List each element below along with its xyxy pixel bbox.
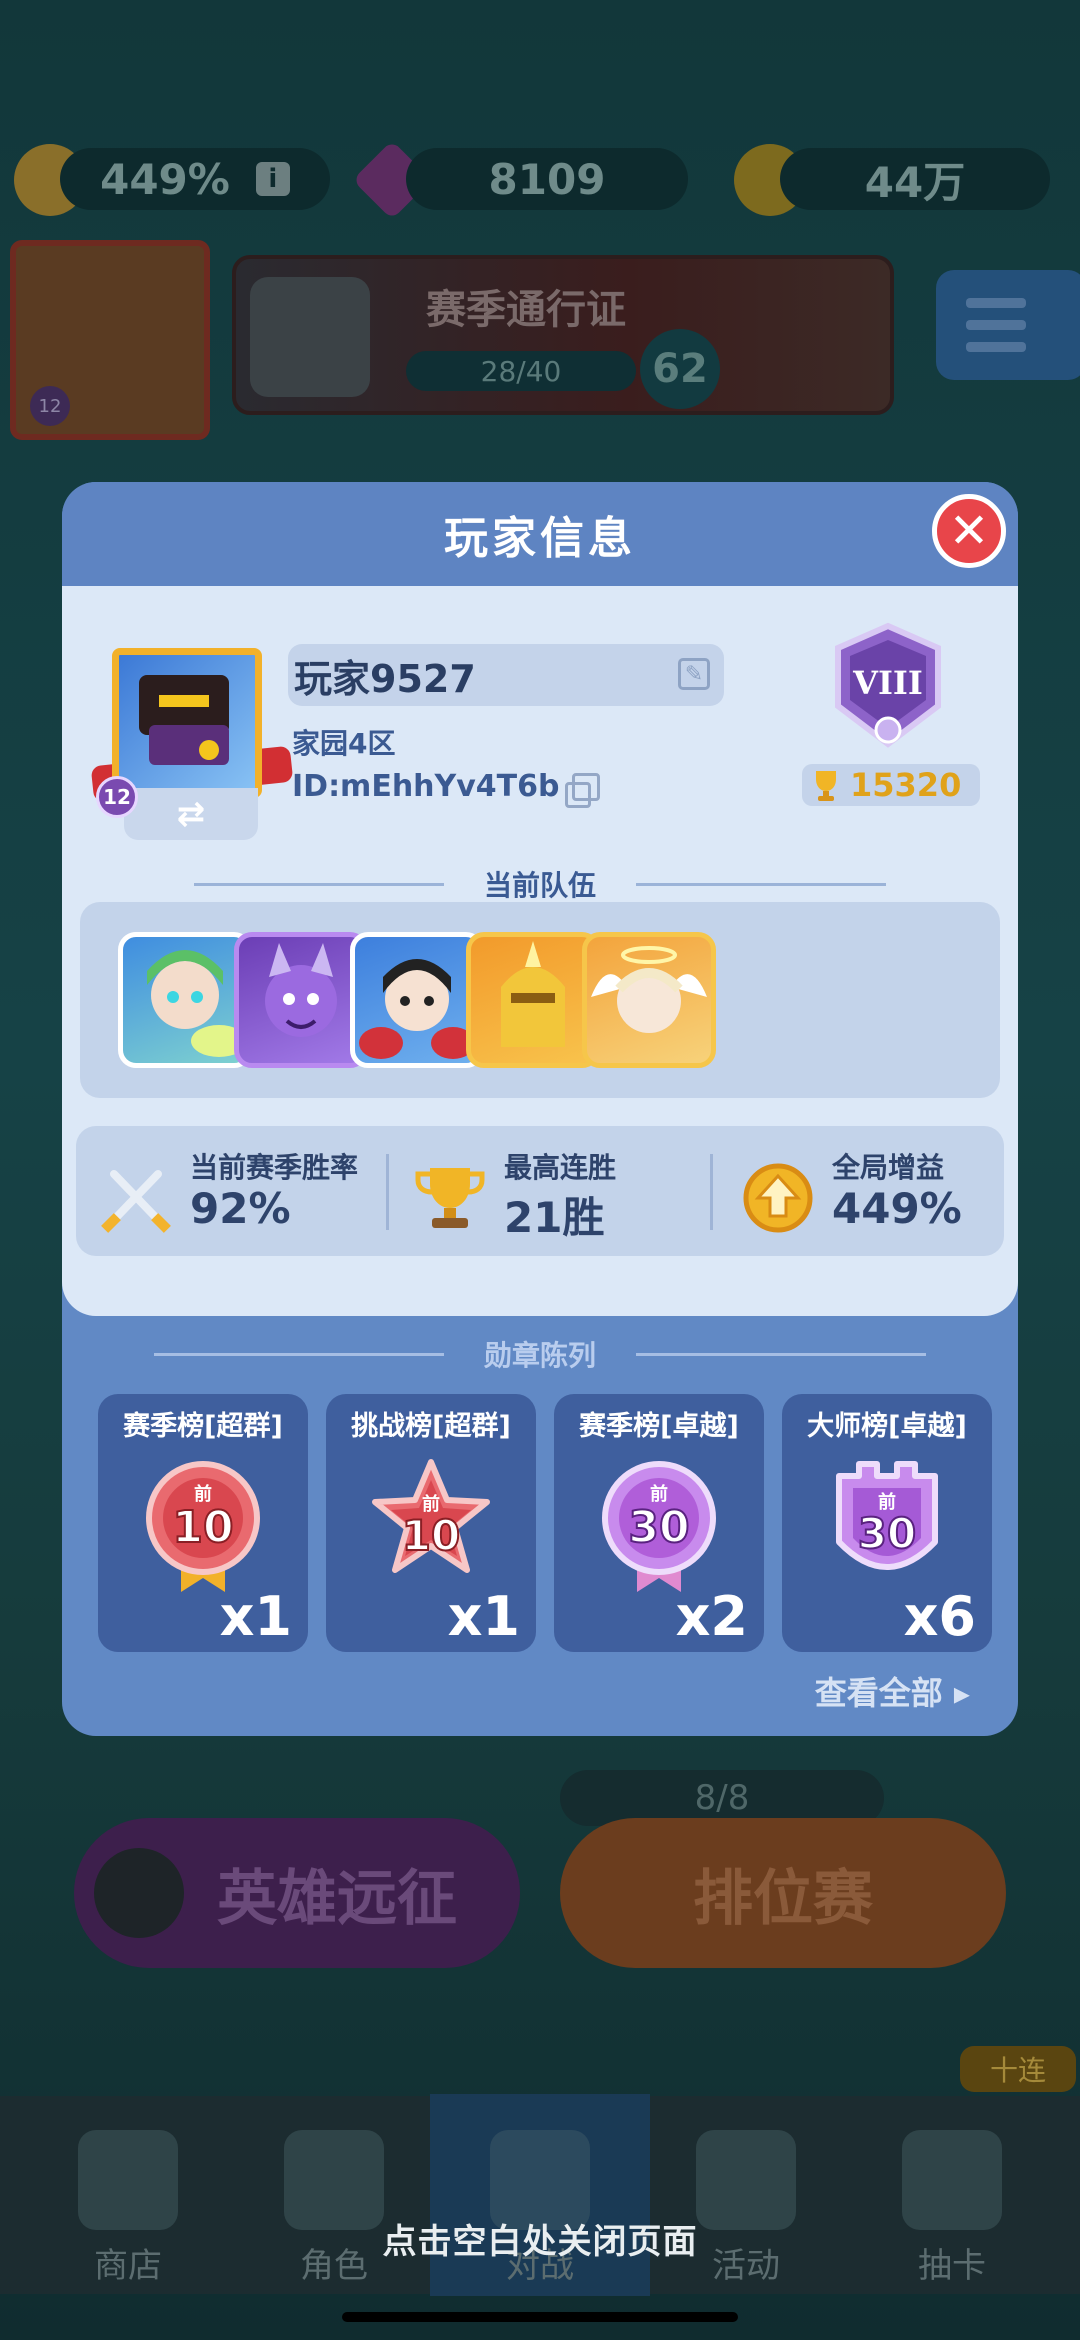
crossed-swords-icon	[101, 1170, 171, 1233]
team-section-title: 当前队伍	[62, 864, 1018, 904]
purple-demon-hero[interactable]	[234, 932, 368, 1068]
stat-best-streak-label: 最高连胜	[504, 1151, 617, 1184]
trophy-count-box: 15320	[802, 764, 980, 806]
top30-shield-medal-icon: 前 30	[836, 1461, 938, 1570]
background-level-badge: 12	[30, 386, 70, 426]
swap-avatar-button[interactable]: ⇄	[124, 788, 258, 840]
modal-header: 玩家信息	[62, 482, 1018, 586]
player-id-row: ID:mEhhYv4T6b	[292, 769, 600, 808]
medal-count: x1	[219, 1585, 292, 1648]
close-hint[interactable]: 点击空白处关闭页面	[0, 2214, 1080, 2263]
boost-arrow-icon	[743, 1163, 813, 1233]
stat-win-rate: 当前赛季胜率 92%	[98, 1138, 368, 1248]
ten-pull-badge: 十连	[960, 2046, 1076, 2092]
stat-divider	[386, 1154, 389, 1230]
top10-circle-medal-icon: 前 10	[146, 1461, 260, 1592]
team-title: 当前队伍	[483, 869, 596, 902]
medal-count: x6	[903, 1585, 976, 1648]
stat-win-rate-label: 当前赛季胜率	[190, 1151, 359, 1184]
player-level-badge: 12	[96, 776, 138, 818]
trophy-count: 15320	[850, 766, 962, 804]
medal-card[interactable]: 大师榜[卓越] 前 30 x6	[782, 1394, 992, 1652]
angel-hero[interactable]	[582, 932, 716, 1068]
season-pass-locked-icon	[250, 277, 370, 397]
stat-best-streak-value: 21胜	[504, 1193, 605, 1242]
stats-row: 当前赛季胜率 92% 最高连胜 21胜 全局增益 449%	[76, 1126, 1004, 1256]
medal-rank: 30	[858, 1509, 916, 1558]
medal-card[interactable]: 赛季榜[卓越] 前 30 x2	[554, 1394, 764, 1652]
season-pass-banner[interactable]: 赛季通行证 28/40 62	[232, 255, 894, 415]
green-elf-hero[interactable]	[118, 932, 252, 1068]
player-id: ID:mEhhYv4T6b	[292, 769, 560, 804]
medal-count: x2	[675, 1585, 748, 1648]
avatar-image	[112, 648, 262, 798]
medal-card[interactable]: 挑战榜[超群] 前 10 x1	[326, 1394, 536, 1652]
player-info-modal: 玩家信息 ✕ ⇄ 12 玩家9527 ✎ 家园4区 ID:mEhhYv4T6b	[62, 482, 1018, 1736]
rank-numeral: VIII	[852, 664, 923, 702]
copy-icon[interactable]	[564, 772, 600, 808]
medal-rank: 30	[628, 1502, 689, 1553]
stat-global-boost-value: 449%	[832, 1184, 962, 1233]
medal-card[interactable]: 赛季榜[超群] 前 10 x1	[98, 1394, 308, 1652]
expedition-label: 英雄远征	[217, 1863, 457, 1934]
season-pass-title: 赛季通行证	[426, 287, 626, 333]
golden-knight-hero[interactable]	[466, 932, 600, 1068]
edit-icon[interactable]: ✎	[678, 658, 710, 690]
stat-divider	[710, 1154, 713, 1230]
stat-win-rate-value: 92%	[190, 1184, 291, 1233]
trophy-icon	[816, 771, 836, 801]
gems-resource: 8109	[406, 148, 688, 210]
boost-value: 449%	[100, 154, 230, 204]
medal-name: 大师榜[卓越]	[807, 1411, 967, 1442]
stat-global-boost-label: 全局增益	[832, 1151, 945, 1184]
team-roster	[80, 902, 1000, 1098]
info-icon[interactable]: i	[255, 162, 290, 196]
coins-resource: 44万	[780, 148, 1050, 210]
medal-name: 挑战榜[超群]	[351, 1411, 511, 1442]
top30-circle-medal-icon: 前 30	[602, 1461, 716, 1592]
rank-emblem-icon[interactable]: VIII	[826, 622, 950, 752]
medal-title: 勋章陈列	[483, 1339, 596, 1372]
ranked-button[interactable]: 排位赛	[560, 1818, 1006, 1968]
home-indicator[interactable]	[342, 2312, 738, 2322]
player-name: 玩家9527	[294, 656, 476, 701]
stat-global-boost: 全局增益 449%	[740, 1138, 1000, 1248]
gems-value: 8109	[488, 154, 606, 204]
stat-best-streak: 最高连胜 21胜	[412, 1138, 682, 1248]
medal-rank: 10	[402, 1511, 460, 1560]
medal-rank: 10	[172, 1502, 233, 1553]
medal-section-title: 勋章陈列	[62, 1334, 1018, 1374]
player-panel: ⇄ 12 玩家9527 ✎ 家园4区 ID:mEhhYv4T6b VIII 15…	[62, 586, 1018, 1316]
swap-icon: ⇄	[176, 794, 206, 834]
up-arrow-icon	[94, 1848, 184, 1938]
menu-button[interactable]	[936, 270, 1080, 380]
top10-star-medal-icon: 前 10	[372, 1459, 490, 1573]
boost-resource: 449% i	[60, 148, 330, 210]
close-icon[interactable]: ✕	[932, 494, 1006, 568]
view-all-medals-link[interactable]: 查看全部 ▸	[815, 1668, 970, 1714]
season-pass-level: 62	[640, 329, 720, 409]
medal-name: 赛季榜[超群]	[123, 1411, 283, 1442]
trophy-icon	[415, 1168, 485, 1228]
player-name-box[interactable]: 玩家9527 ✎	[288, 644, 724, 706]
medal-count: x1	[447, 1585, 520, 1648]
medal-name: 赛季榜[卓越]	[579, 1411, 739, 1442]
ranked-label: 排位赛	[693, 1863, 873, 1934]
player-server: 家园4区	[292, 727, 396, 760]
expedition-button[interactable]: 英雄远征	[74, 1818, 520, 1968]
red-ninja-hero[interactable]	[350, 932, 484, 1068]
coins-value: 44万	[864, 157, 966, 207]
modal-title: 玩家信息	[444, 513, 636, 564]
season-pass-progress: 28/40	[406, 351, 636, 391]
